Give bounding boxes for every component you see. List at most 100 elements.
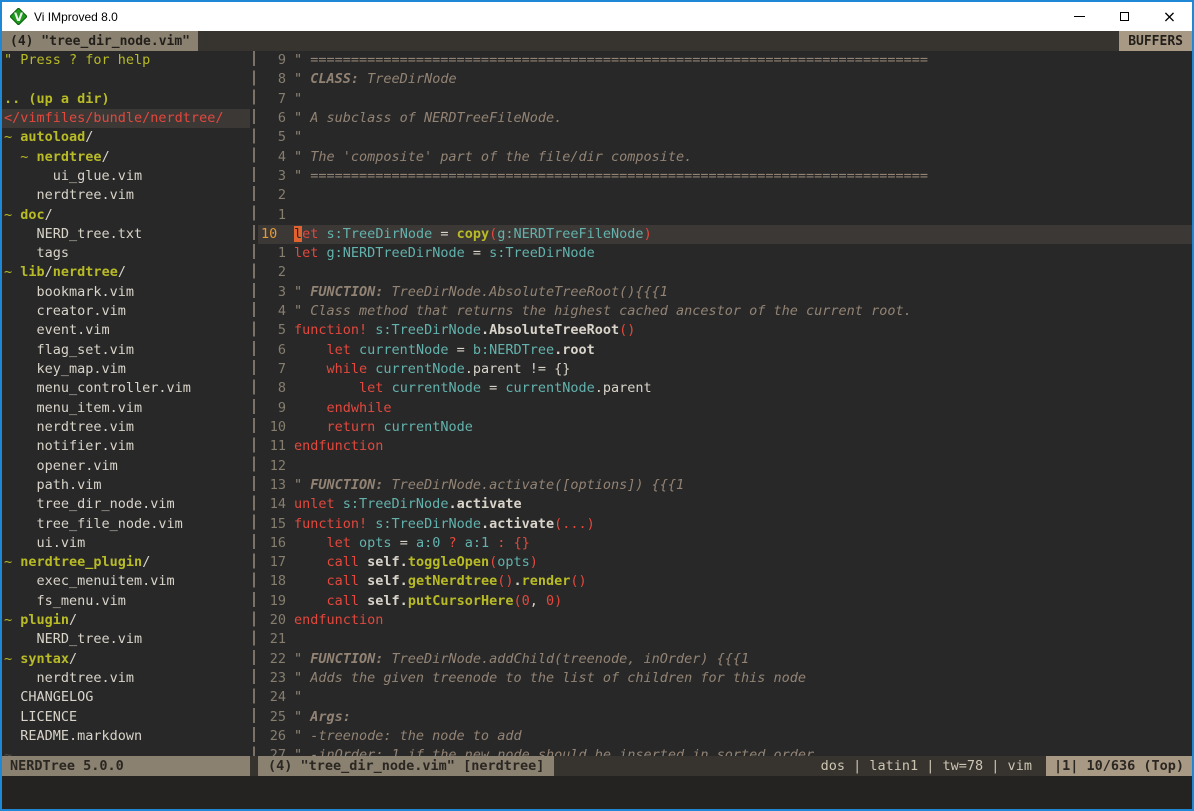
code-line[interactable]: 20endfunction	[258, 611, 1192, 630]
code-line[interactable]: 25" Args:	[258, 708, 1192, 727]
nerdtree-item[interactable]: menu_controller.vim	[2, 379, 250, 398]
nerdtree-item[interactable]: flag_set.vim	[2, 341, 250, 360]
nerdtree-item[interactable]: ~ syntax/	[2, 650, 250, 669]
nerdtree-item[interactable]: README.markdown	[2, 727, 250, 746]
nerdtree-item[interactable]: notifier.vim	[2, 437, 250, 456]
code-line[interactable]: 8" CLASS: TreeDirNode	[258, 70, 1192, 89]
code-line[interactable]: 4" Class method that returns the highest…	[258, 302, 1192, 321]
syntax-segment: g:NERDTreeFileNode	[497, 226, 643, 242]
line-number: 3	[258, 167, 294, 186]
syntax-segment: " ======================================…	[294, 168, 928, 184]
code-line[interactable]: 12	[258, 457, 1192, 476]
code-line[interactable]: 4" The 'composite' part of the file/dir …	[258, 148, 1192, 167]
code-line[interactable]: 1let g:NERDTreeDirNode = s:TreeDirNode	[258, 244, 1192, 263]
code-line[interactable]: 26" -treenode: the node to add	[258, 727, 1192, 746]
code-line[interactable]: 22" FUNCTION: TreeDirNode.addChild(treen…	[258, 650, 1192, 669]
code-line[interactable]: 1	[258, 206, 1192, 225]
code-line[interactable]: 13" FUNCTION: TreeDirNode.activate([opti…	[258, 476, 1192, 495]
syntax-segment: opts	[359, 535, 392, 551]
code-line[interactable]: 8 let currentNode = currentNode.parent	[258, 379, 1192, 398]
line-number: 1	[258, 206, 294, 225]
syntax-segment: endfunction	[294, 438, 383, 454]
nerdtree-item[interactable]: ui.vim	[2, 534, 250, 553]
maximize-button[interactable]	[1102, 2, 1147, 31]
nerdtree-item[interactable]: ~ nerdtree_plugin/	[2, 553, 250, 572]
code-line[interactable]: 18 call self.getNerdtree().render()	[258, 572, 1192, 591]
code-line[interactable]: 15function! s:TreeDirNode.activate(...)	[258, 515, 1192, 534]
code-line[interactable]: 5"	[258, 128, 1192, 147]
code-line[interactable]: 16 let opts = a:0 ? a:1 : {}	[258, 534, 1192, 553]
nerdtree-item[interactable]: LICENCE	[2, 708, 250, 727]
code-line[interactable]: 6 let currentNode = b:NERDTree.root	[258, 341, 1192, 360]
code-line[interactable]: 24"	[258, 688, 1192, 707]
code-line[interactable]: 11endfunction	[258, 437, 1192, 456]
code-line[interactable]: 17 call self.toggleOpen(opts)	[258, 553, 1192, 572]
nerdtree-item[interactable]: NERD_tree.vim	[2, 630, 250, 649]
nerdtree-item[interactable]: nerdtree.vim	[2, 186, 250, 205]
nerdtree-item[interactable]: ~ lib/nerdtree/	[2, 263, 250, 282]
minimize-button[interactable]	[1057, 2, 1102, 31]
code-line[interactable]: 10let s:TreeDirNode = copy(g:NERDTreeFil…	[258, 225, 1192, 244]
code-line[interactable]: 3" FUNCTION: TreeDirNode.AbsoluteTreeRoo…	[258, 283, 1192, 302]
nerdtree-item[interactable]: CHANGELOG	[2, 688, 250, 707]
nerdtree-item[interactable]: key_map.vim	[2, 360, 250, 379]
editor-lines[interactable]: 9" =====================================…	[258, 51, 1192, 756]
nerdtree-item[interactable]: fs_menu.vim	[2, 592, 250, 611]
code-line[interactable]: 14unlet s:TreeDirNode.activate	[258, 495, 1192, 514]
code-line[interactable]: 2	[258, 186, 1192, 205]
code-line[interactable]: 7 while currentNode.parent != {}	[258, 360, 1192, 379]
nerdtree-item[interactable]: tree_dir_node.vim	[2, 495, 250, 514]
code-text: unlet s:TreeDirNode.activate	[294, 495, 1192, 514]
nerdtree-item[interactable]: nerdtree.vim	[2, 418, 250, 437]
window-controls: ×	[1057, 2, 1192, 31]
nerdtree-item[interactable]: .. (up a dir)	[2, 90, 250, 109]
code-line[interactable]: 23" Adds the given treenode to the list …	[258, 669, 1192, 688]
nerdtree-item[interactable]: ~ doc/	[2, 206, 250, 225]
nerdtree-item[interactable]: NERD_tree.txt	[2, 225, 250, 244]
code-line[interactable]: 2	[258, 263, 1192, 282]
window-separator[interactable]	[250, 51, 258, 756]
code-text: endwhile	[294, 399, 1192, 418]
nerdtree-item[interactable]: tags	[2, 244, 250, 263]
nerdtree-item[interactable]: ~ plugin/	[2, 611, 250, 630]
code-line[interactable]: 19 call self.putCursorHere(0, 0)	[258, 592, 1192, 611]
code-line[interactable]: 21	[258, 630, 1192, 649]
buffers-tab[interactable]: BUFFERS	[1119, 31, 1192, 51]
nerdtree-item[interactable]: event.vim	[2, 321, 250, 340]
code-line[interactable]: 27" -inOrder: 1 if the new node should b…	[258, 746, 1192, 756]
code-line[interactable]: 5function! s:TreeDirNode.AbsoluteTreeRoo…	[258, 321, 1192, 340]
syntax-segment: FUNCTION:	[310, 651, 383, 667]
syntax-segment: TreeDirNode.AbsoluteTreeRoot(){{{1	[383, 284, 667, 300]
nerdtree-item[interactable]: bookmark.vim	[2, 283, 250, 302]
syntax-segment: .activate	[481, 516, 554, 532]
code-line[interactable]: 9" =====================================…	[258, 51, 1192, 70]
nerdtree-item[interactable]: path.vim	[2, 476, 250, 495]
code-line[interactable]: 7"	[258, 90, 1192, 109]
nerdtree-item[interactable]: nerdtree.vim	[2, 669, 250, 688]
nerdtree-item[interactable]: ~ nerdtree/	[2, 148, 250, 167]
nerdtree-item[interactable]: </vimfiles/bundle/nerdtree/	[2, 109, 250, 128]
code-line[interactable]: 6" A subclass of NERDTreeFileNode.	[258, 109, 1192, 128]
code-line[interactable]: 3" =====================================…	[258, 167, 1192, 186]
close-button[interactable]: ×	[1147, 2, 1192, 31]
code-line[interactable]: 10 return currentNode	[258, 418, 1192, 437]
syntax-segment: let	[359, 380, 383, 396]
nerdtree-item[interactable]: exec_menuitem.vim	[2, 572, 250, 591]
nerdtree-item[interactable]: ~ autoload/	[2, 128, 250, 147]
command-line[interactable]	[2, 776, 1192, 809]
code-text: " -inOrder: 1 if the new node should be …	[294, 746, 1192, 756]
nerdtree-item[interactable]: menu_item.vim	[2, 399, 250, 418]
nerdtree-item[interactable]: ui_glue.vim	[2, 167, 250, 186]
status-line: NERDTree 5.0.0 (4) "tree_dir_node.vim" […	[2, 756, 1192, 776]
nerdtree-item[interactable]: opener.vim	[2, 457, 250, 476]
code-text: " A subclass of NERDTreeFileNode.	[294, 109, 1192, 128]
nerdtree-item[interactable]: creator.vim	[2, 302, 250, 321]
code-text	[294, 186, 1192, 205]
nerdtree-item[interactable]: tree_file_node.vim	[2, 515, 250, 534]
nerdtree-item[interactable]: " Press ? for help	[2, 51, 250, 70]
tab-current-buffer[interactable]: (4) "tree_dir_node.vim"	[2, 31, 198, 51]
code-line[interactable]: 9 endwhile	[258, 399, 1192, 418]
syntax-segment: (	[489, 554, 497, 570]
line-number: 21	[258, 630, 294, 649]
nerdtree-item[interactable]: ~	[2, 746, 250, 756]
